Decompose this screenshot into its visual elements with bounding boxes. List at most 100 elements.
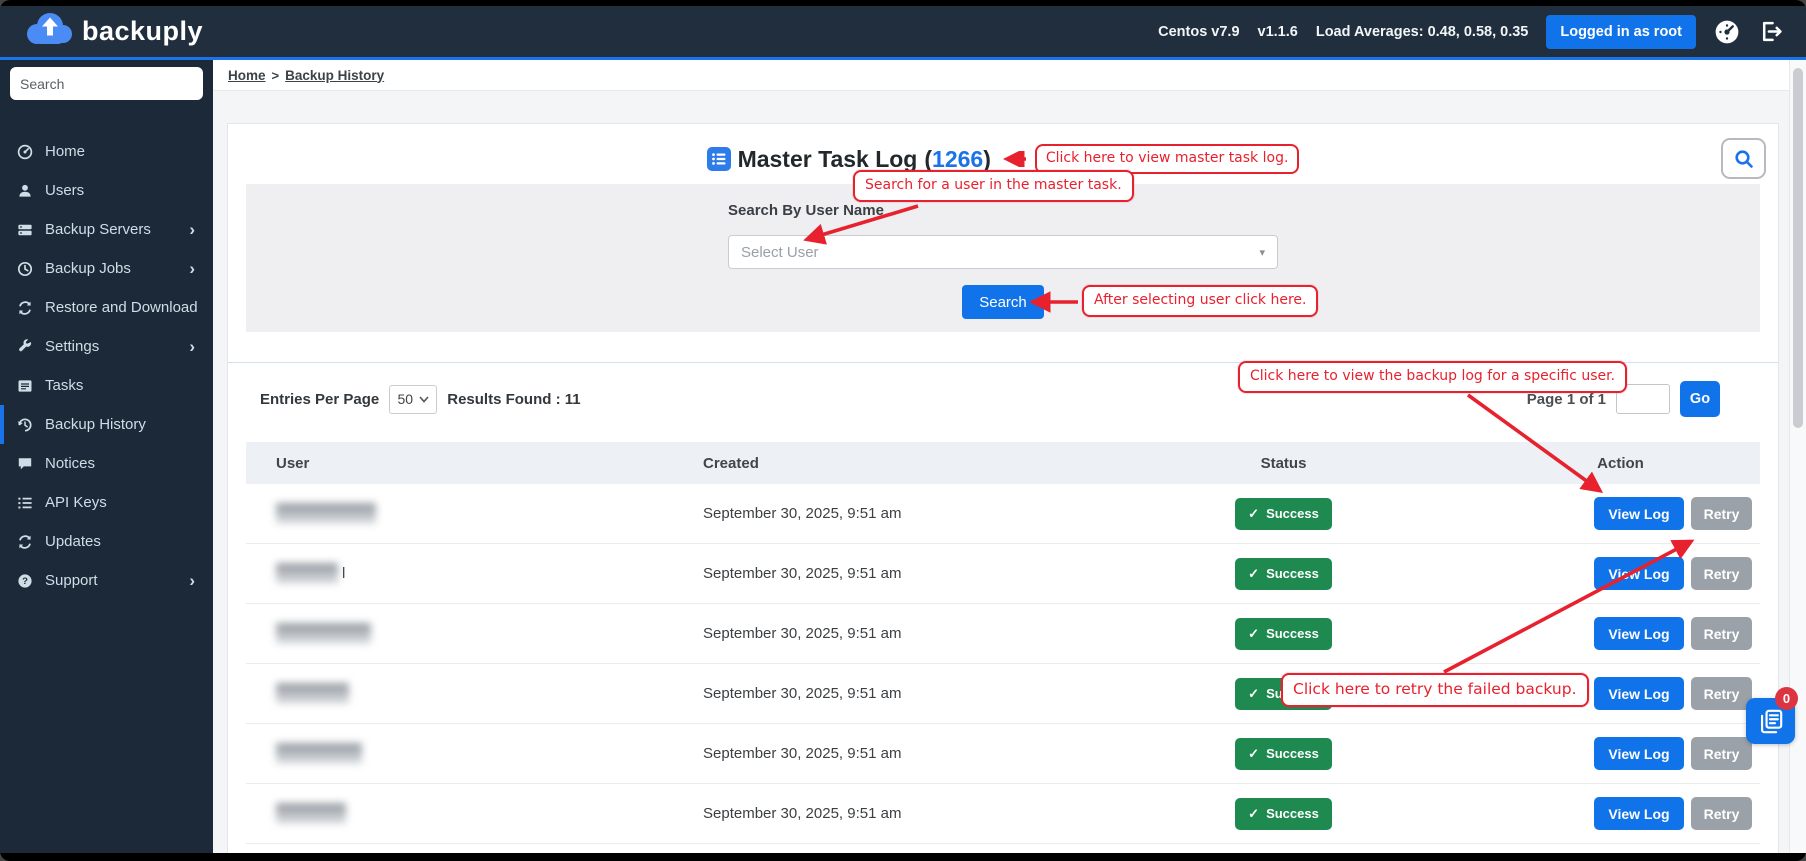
search-toggle-button[interactable] bbox=[1721, 138, 1766, 179]
view-log-button[interactable]: View Log bbox=[1594, 557, 1684, 590]
retry-button[interactable]: Retry bbox=[1691, 797, 1752, 830]
top-header-bar: backuply Centos v7.9 v1.1.6 Load Average… bbox=[0, 6, 1806, 57]
search-button[interactable]: Search bbox=[962, 285, 1044, 319]
view-log-button[interactable]: View Log bbox=[1594, 497, 1684, 530]
user-cell bbox=[246, 803, 691, 824]
status-cell: ✓ Success bbox=[1086, 797, 1481, 830]
annotation-view-master-task-log: Click here to view master task log. bbox=[1034, 144, 1300, 174]
news-pages-icon bbox=[1760, 709, 1783, 733]
user-cell: l bbox=[246, 563, 691, 584]
check-icon: ✓ bbox=[1248, 805, 1260, 821]
breadcrumb-home-link[interactable]: Home bbox=[228, 68, 266, 83]
column-header-user: User bbox=[276, 454, 310, 472]
table-row: September 30, 2025, 9:51 am ✓ Success Vi… bbox=[246, 664, 1760, 724]
retry-button[interactable]: Retry bbox=[1691, 617, 1752, 650]
sidebar-item-label: Users bbox=[45, 182, 85, 199]
check-icon: ✓ bbox=[1248, 565, 1260, 581]
sidebar-item-settings[interactable]: Settings › bbox=[0, 327, 213, 366]
search-by-user-label: Search By User Name bbox=[728, 202, 884, 219]
chevron-down-icon bbox=[419, 395, 429, 403]
view-log-button[interactable]: View Log bbox=[1594, 737, 1684, 770]
status-label: Success bbox=[1266, 686, 1319, 701]
users-icon bbox=[16, 183, 34, 199]
sidebar-item-label: Backup Servers bbox=[45, 221, 151, 238]
status-cell: ✓ Success bbox=[1086, 737, 1481, 770]
action-cell: View Log Retry bbox=[1481, 497, 1760, 530]
sidebar: Home Users Backup Servers › Backup Jobs › Rest… bbox=[0, 60, 213, 853]
apikeys-icon bbox=[16, 495, 34, 511]
sidebar-item-backup-servers[interactable]: Backup Servers › bbox=[0, 210, 213, 249]
table-row: September 30, 2025, 9:51 am ✓ Success Vi… bbox=[246, 604, 1760, 664]
chevron-right-icon: › bbox=[189, 220, 195, 239]
view-log-button[interactable]: View Log bbox=[1594, 797, 1684, 830]
retry-button[interactable]: Retry bbox=[1691, 737, 1752, 770]
blurred-username bbox=[276, 743, 362, 764]
status-badge: ✓ Success bbox=[1235, 677, 1332, 710]
retry-button[interactable]: Retry bbox=[1691, 677, 1752, 710]
main-content: Home > Backup History Master Task Log (1… bbox=[213, 60, 1806, 853]
user-select-dropdown[interactable]: Select User ▾ bbox=[728, 235, 1278, 269]
master-task-count[interactable]: (1266) bbox=[924, 146, 991, 173]
master-task-log-card: Master Task Log (1266) Click here to vie… bbox=[227, 123, 1779, 853]
check-icon: ✓ bbox=[1248, 625, 1260, 641]
list-controls: Entries Per Page 50 Results Found : 11 P… bbox=[246, 380, 1760, 418]
restore-icon bbox=[16, 300, 34, 316]
created-cell: September 30, 2025, 9:51 am bbox=[703, 685, 902, 702]
retry-button[interactable]: Retry bbox=[1691, 557, 1752, 590]
chevron-right-icon: › bbox=[189, 337, 195, 356]
header-accent-line bbox=[0, 57, 1806, 60]
action-cell: View Log Retry bbox=[1481, 737, 1760, 770]
user-cell bbox=[246, 683, 691, 704]
status-badge: ✓ Success bbox=[1235, 737, 1332, 770]
sidebar-item-backup-jobs[interactable]: Backup Jobs › bbox=[0, 249, 213, 288]
sidebar-item-support[interactable]: ? Support › bbox=[0, 561, 213, 600]
username-suffix: l bbox=[342, 565, 346, 582]
blurred-username bbox=[276, 683, 349, 704]
sidebar-item-api-keys[interactable]: API Keys bbox=[0, 483, 213, 522]
retry-button[interactable]: Retry bbox=[1691, 497, 1752, 530]
support-icon: ? bbox=[16, 573, 34, 589]
annotation-arrow-title bbox=[1002, 151, 1026, 167]
go-button[interactable]: Go bbox=[1680, 381, 1720, 417]
status-label: Success bbox=[1266, 566, 1319, 581]
backup-history-table: User Created Status Action September 30,… bbox=[246, 442, 1760, 853]
status-cell: ✓ Success bbox=[1086, 497, 1481, 530]
logout-icon[interactable] bbox=[1758, 19, 1784, 45]
brand-logo[interactable]: backuply bbox=[22, 9, 203, 54]
view-log-button[interactable]: View Log bbox=[1594, 677, 1684, 710]
updates-icon bbox=[16, 534, 34, 550]
column-header-status: Status bbox=[1260, 454, 1307, 472]
status-cell: ✓ Success bbox=[1086, 557, 1481, 590]
blurred-username bbox=[276, 623, 371, 644]
sidebar-item-notices[interactable]: Notices bbox=[0, 444, 213, 483]
sidebar-item-tasks[interactable]: Tasks bbox=[0, 366, 213, 405]
created-cell: September 30, 2025, 9:51 am bbox=[703, 505, 902, 522]
user-select-placeholder: Select User bbox=[741, 243, 819, 261]
sidebar-item-backup-history[interactable]: Backup History bbox=[0, 405, 213, 444]
status-badge: ✓ Success bbox=[1235, 557, 1332, 590]
page-number-input[interactable] bbox=[1616, 384, 1670, 414]
os-version: Centos v7.9 bbox=[1158, 23, 1240, 40]
sidebar-item-updates[interactable]: Updates bbox=[0, 522, 213, 561]
sidebar-item-users[interactable]: Users bbox=[0, 171, 213, 210]
blurred-username bbox=[276, 503, 376, 524]
sidebar-item-home[interactable]: Home bbox=[0, 132, 213, 171]
sidebar-item-restore-and-download[interactable]: Restore and Download bbox=[0, 288, 213, 327]
view-log-button[interactable]: View Log bbox=[1594, 617, 1684, 650]
check-icon: ✓ bbox=[1248, 685, 1260, 701]
table-header-row: User Created Status Action bbox=[246, 442, 1760, 484]
sidebar-item-label: Tasks bbox=[45, 377, 84, 394]
tasks-icon bbox=[16, 378, 34, 394]
table-row: September 30, 2025, 9:51 am ✓ Success Vi… bbox=[246, 484, 1760, 544]
user-search-panel: Search By User Name Select User ▾ Search bbox=[246, 184, 1760, 332]
breadcrumb-current-link[interactable]: Backup History bbox=[285, 68, 384, 83]
scrollbar-thumb[interactable] bbox=[1793, 68, 1803, 428]
gauge-icon[interactable] bbox=[1714, 19, 1740, 45]
entries-per-page-select[interactable]: 50 bbox=[389, 384, 438, 414]
results-found-text: Results Found : 11 bbox=[447, 390, 581, 408]
sidebar-search-input[interactable] bbox=[10, 67, 203, 100]
servers-icon bbox=[16, 222, 34, 238]
logged-in-as-root-button[interactable]: Logged in as root bbox=[1546, 14, 1696, 49]
created-cell: September 30, 2025, 9:51 am bbox=[703, 565, 902, 582]
sidebar-item-label: Backup Jobs bbox=[45, 260, 131, 277]
